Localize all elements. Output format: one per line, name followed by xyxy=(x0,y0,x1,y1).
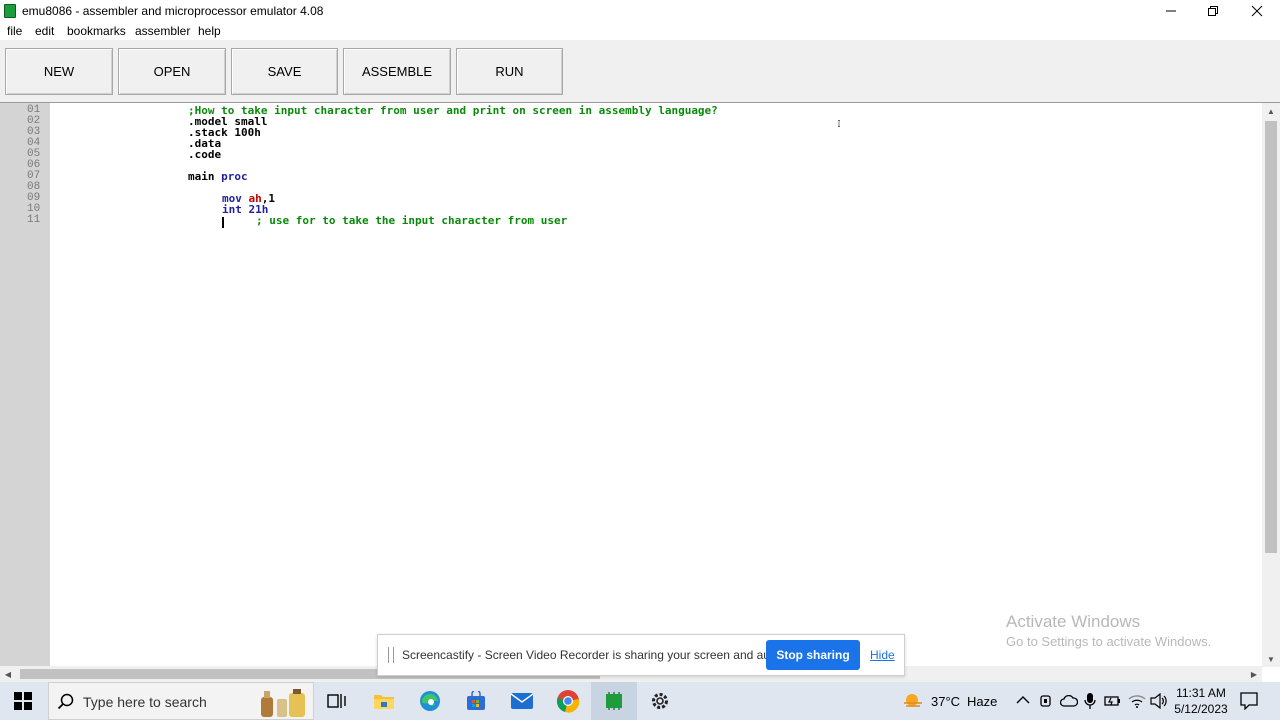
restore-icon xyxy=(1208,6,1218,16)
run-button[interactable]: RUN xyxy=(456,48,563,95)
activate-windows-watermark: Activate Windows Go to Settings to activ… xyxy=(1006,612,1211,649)
ibeam-cursor-icon xyxy=(838,120,840,127)
search-placeholder: Type here to search xyxy=(83,694,207,710)
code-line-11: ; use for to take the input character fr… xyxy=(256,214,568,227)
menu-file[interactable]: file xyxy=(7,24,22,38)
file-explorer-button[interactable] xyxy=(361,682,407,720)
chrome-button[interactable] xyxy=(545,682,591,720)
title-bar: emu8086 - assembler and microprocessor e… xyxy=(0,0,1280,22)
taskbar: Type here to search 37°C Haze 11:31 AM 5… xyxy=(0,682,1280,720)
code-line-07: main proc xyxy=(188,171,248,182)
clock-time: 11:31 AM xyxy=(1176,686,1226,700)
edge-icon xyxy=(420,691,440,711)
menu-bar: file edit bookmarks assembler help xyxy=(0,22,1280,40)
emu8086-taskbar-button[interactable] xyxy=(591,682,637,720)
scroll-left-icon[interactable]: ◀ xyxy=(0,666,16,682)
text-caret xyxy=(222,217,224,228)
save-button[interactable]: SAVE xyxy=(231,48,338,95)
battery-plug-icon[interactable] xyxy=(1104,694,1122,708)
share-message: Screencastify - Screen Video Recorder is… xyxy=(402,648,790,662)
clock-date: 5/12/2023 xyxy=(1174,702,1228,716)
line-number: 11 xyxy=(27,214,41,226)
screen-share-bar: Screencastify - Screen Video Recorder is… xyxy=(377,634,905,676)
code-token-main: main xyxy=(188,170,222,183)
emu8086-app-icon xyxy=(4,4,16,18)
scroll-down-icon[interactable]: ▼ xyxy=(1262,651,1280,667)
close-icon xyxy=(1251,5,1263,17)
vertical-scrollbar[interactable]: ▲ ▼ xyxy=(1262,103,1280,667)
drag-handle-icon[interactable] xyxy=(388,647,394,663)
search-icon xyxy=(57,693,74,710)
activate-windows-title: Activate Windows xyxy=(1006,612,1141,631)
settings-button[interactable] xyxy=(637,682,683,720)
minimize-button[interactable] xyxy=(1148,0,1194,22)
menu-edit[interactable]: edit xyxy=(35,24,54,38)
menu-bookmarks[interactable]: bookmarks xyxy=(67,24,126,38)
hide-link[interactable]: Hide xyxy=(870,648,895,662)
line-number-gutter: 01 02 03 04 05 06 07 08 09 10 11 xyxy=(0,103,50,667)
code-token-proc: proc xyxy=(221,170,248,183)
mail-icon xyxy=(511,693,533,709)
weather-description[interactable]: Haze xyxy=(967,694,997,709)
code-line-05: .code xyxy=(188,148,222,161)
activate-windows-subtitle: Go to Settings to activate Windows. xyxy=(1006,634,1212,649)
open-button[interactable]: OPEN xyxy=(118,48,226,95)
weather-sun-icon[interactable] xyxy=(902,691,924,711)
scroll-right-icon[interactable]: ▶ xyxy=(1246,666,1262,682)
store-button[interactable] xyxy=(453,682,499,720)
new-button[interactable]: NEW xyxy=(5,48,113,95)
code-line-01: ;How to take input character from user a… xyxy=(188,104,718,117)
taskbar-clock[interactable]: 11:31 AM 5/12/2023 xyxy=(1170,685,1232,717)
microphone-icon[interactable] xyxy=(1084,692,1096,710)
file-explorer-icon xyxy=(374,695,394,709)
chrome-icon xyxy=(556,690,580,713)
onedrive-cloud-icon[interactable] xyxy=(1060,694,1078,708)
close-button[interactable] xyxy=(1234,0,1280,22)
taskbar-search-box[interactable]: Type here to search xyxy=(48,682,314,720)
emu8086-icon xyxy=(606,692,622,710)
code-editor[interactable]: 01 02 03 04 05 06 07 08 09 10 11 ;How to… xyxy=(0,102,1280,667)
scroll-up-icon[interactable]: ▲ xyxy=(1262,103,1280,119)
task-view-button[interactable] xyxy=(314,682,360,720)
mail-button[interactable] xyxy=(499,682,545,720)
window-title: emu8086 - assembler and microprocessor e… xyxy=(22,4,324,18)
stop-sharing-button[interactable]: Stop sharing xyxy=(766,640,860,670)
chevron-up-icon[interactable] xyxy=(1016,695,1030,705)
meet-now-icon[interactable] xyxy=(1040,693,1054,709)
task-view-icon xyxy=(327,694,346,708)
menu-assembler[interactable]: assembler xyxy=(135,24,190,38)
toolbar: NEW OPEN SAVE ASSEMBLE RUN xyxy=(0,40,1280,102)
assemble-button[interactable]: ASSEMBLE xyxy=(343,48,451,95)
menu-help[interactable]: help xyxy=(198,24,221,38)
settings-gear-icon xyxy=(652,693,668,709)
notifications-icon[interactable] xyxy=(1240,692,1258,710)
wifi-icon[interactable] xyxy=(1128,693,1146,709)
restore-button[interactable] xyxy=(1190,0,1236,22)
weather-temperature[interactable]: 37°C xyxy=(931,694,960,709)
windows-start-icon xyxy=(14,692,32,710)
search-highlight-icon xyxy=(261,689,305,717)
vertical-scroll-thumb[interactable] xyxy=(1265,121,1277,553)
volume-icon[interactable] xyxy=(1150,693,1168,709)
start-button[interactable] xyxy=(0,682,46,720)
store-icon xyxy=(467,691,485,710)
edge-button[interactable] xyxy=(407,682,453,720)
minimize-icon xyxy=(1166,10,1176,12)
